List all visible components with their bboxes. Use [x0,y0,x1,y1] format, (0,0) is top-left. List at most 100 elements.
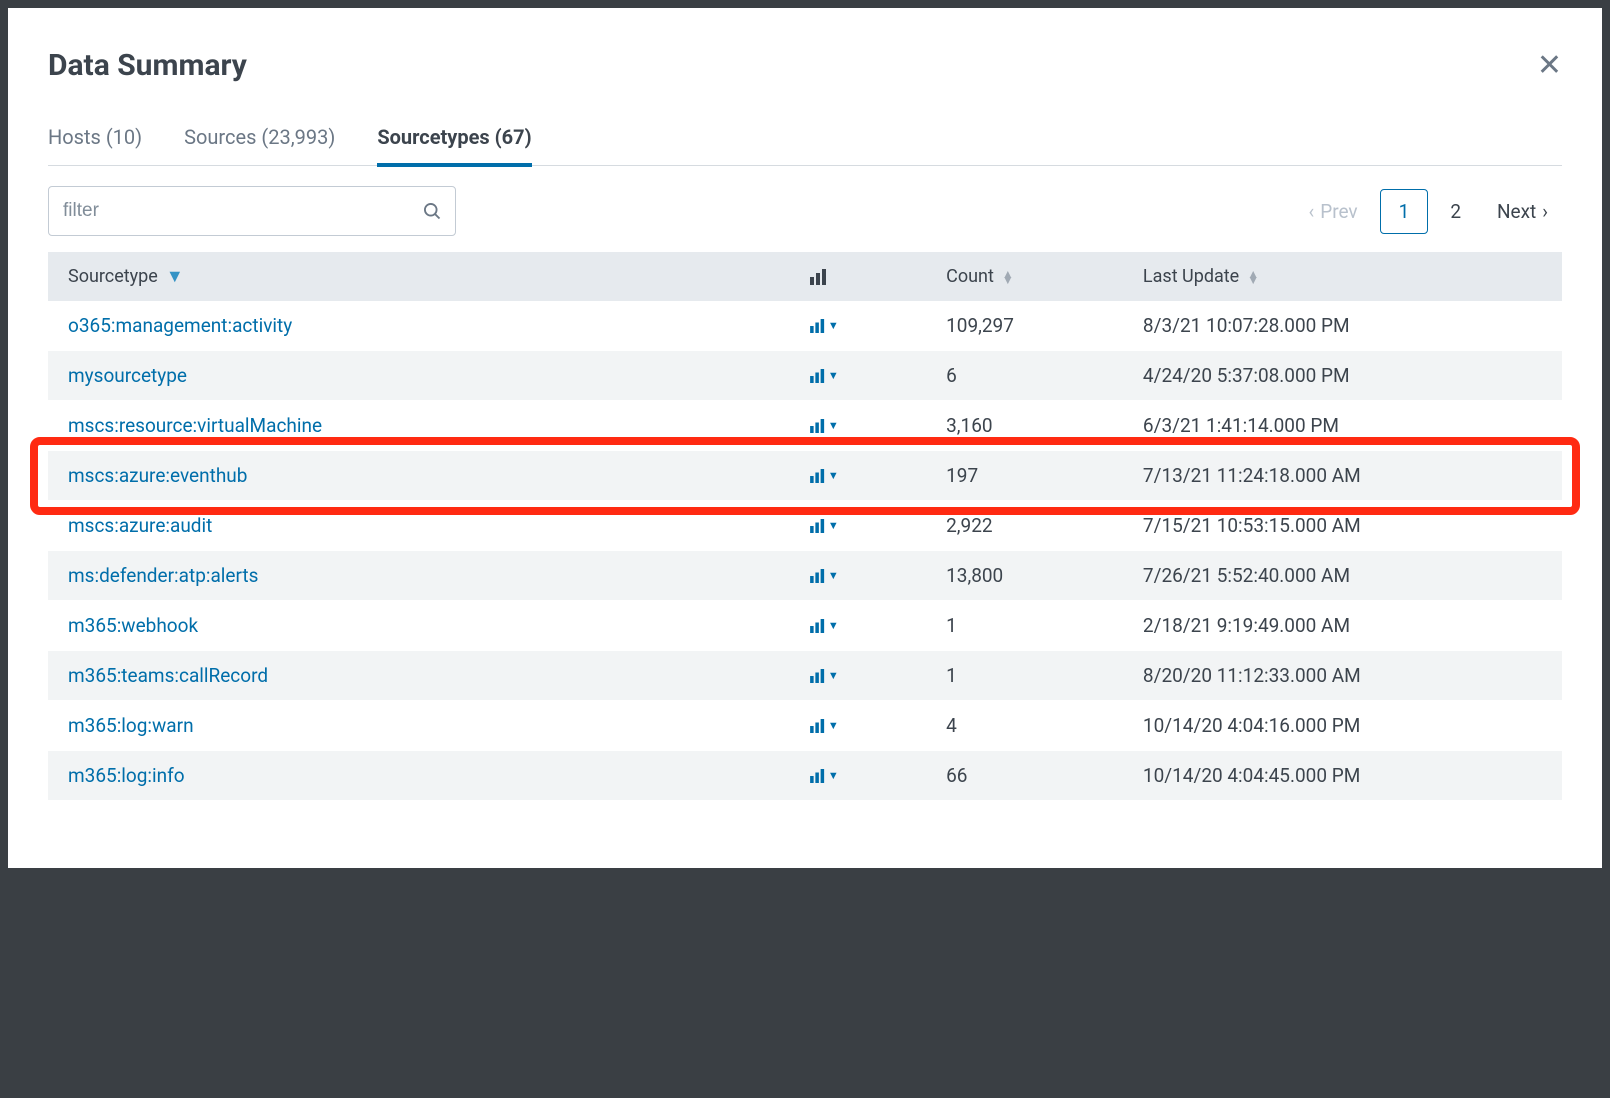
chart-dropdown[interactable]: ▼ [810,619,906,633]
col-header-last-update[interactable]: Last Update ▲▼ [1123,252,1562,301]
chevron-down-icon: ▼ [828,469,839,482]
sourcetype-link[interactable]: ms:defender:atp:alerts [68,564,258,587]
sort-desc-icon: ▼ [166,266,184,287]
last-update-cell: 7/26/21 5:52:40.000 AM [1123,551,1562,601]
last-update-cell: 8/3/21 10:07:28.000 PM [1123,301,1562,351]
chart-dropdown[interactable]: ▼ [810,519,906,533]
chart-action-cell: ▼ [790,551,926,601]
col-header-sourcetype[interactable]: Sourcetype ▼ [48,252,790,301]
last-update-cell: 6/3/21 1:41:14.000 PM [1123,401,1562,451]
bar-chart-icon [810,269,906,285]
sourcetypes-table: Sourcetype ▼ [48,252,1562,801]
chevron-left-icon: ‹ [1309,200,1315,223]
table-row: mscs:azure:eventhub ▼ 1977/13/21 11:24:18.… [48,451,1562,501]
sourcetype-link[interactable]: m365:log:info [68,764,185,787]
chevron-down-icon: ▼ [828,369,839,382]
pagination-next[interactable]: Next › [1483,192,1562,231]
count-cell: 109,297 [926,301,1123,351]
chevron-down-icon: ▼ [828,669,839,682]
filter-wrap [48,186,456,236]
pagination: ‹ Prev 1 2 Next › [1295,189,1563,234]
chart-action-cell: ▼ [790,301,926,351]
pagination-prev-label: Prev [1320,200,1357,223]
last-update-cell: 10/14/20 4:04:16.000 PM [1123,701,1562,751]
chart-dropdown[interactable]: ▼ [810,469,906,483]
last-update-cell: 8/20/20 11:12:33.000 AM [1123,651,1562,701]
table-row: mscs:azure:audit ▼ 2,9227/15/21 10:53:15.0… [48,501,1562,551]
count-cell: 66 [926,751,1123,801]
sourcetype-link[interactable]: m365:webhook [68,614,198,637]
sort-both-icon: ▲▼ [1002,271,1014,283]
sourcetype-link[interactable]: mscs:resource:virtualMachine [68,414,322,437]
chart-dropdown[interactable]: ▼ [810,369,906,383]
table-row: m365:log:info ▼ 6610/14/20 4:04:45.000 PM [48,751,1562,801]
sourcetype-cell: m365:teams:callRecord [48,651,790,701]
table-row: m365:webhook ▼ 12/18/21 9:19:49.000 AM [48,601,1562,651]
filter-input[interactable] [48,186,456,236]
sourcetype-link[interactable]: mscs:azure:audit [68,514,212,537]
pagination-next-label: Next [1497,200,1536,223]
pagination-prev[interactable]: ‹ Prev [1295,192,1372,231]
col-header-sourcetype-label: Sourcetype [68,266,158,287]
count-cell: 3,160 [926,401,1123,451]
tabs: Hosts (10) Sources (23,993) Sourcetypes (6… [48,111,1562,166]
sourcetype-link[interactable]: m365:teams:callRecord [68,664,268,687]
col-header-last-update-label: Last Update [1143,266,1239,287]
close-icon[interactable]: ✕ [1537,51,1562,81]
count-cell: 13,800 [926,551,1123,601]
count-cell: 1 [926,651,1123,701]
chart-dropdown[interactable]: ▼ [810,719,906,733]
chart-action-cell: ▼ [790,351,926,401]
last-update-cell: 7/13/21 11:24:18.000 AM [1123,451,1562,501]
search-icon[interactable] [422,201,442,221]
table-wrapper: Sourcetype ▼ [48,252,1562,801]
chart-action-cell: ▼ [790,401,926,451]
chevron-down-icon: ▼ [828,569,839,582]
chart-dropdown[interactable]: ▼ [810,319,906,333]
table-row: mysourcetype ▼ 64/24/20 5:37:08.000 PM [48,351,1562,401]
chart-dropdown[interactable]: ▼ [810,769,906,783]
sourcetype-link[interactable]: mscs:azure:eventhub [68,464,247,487]
pagination-page-1[interactable]: 1 [1380,189,1429,234]
chevron-down-icon: ▼ [828,319,839,332]
sourcetype-cell: m365:webhook [48,601,790,651]
chevron-down-icon: ▼ [828,719,839,732]
count-cell: 2,922 [926,501,1123,551]
chart-dropdown[interactable]: ▼ [810,419,906,433]
count-cell: 197 [926,451,1123,501]
col-header-count-label: Count [946,266,994,287]
chevron-down-icon: ▼ [828,419,839,432]
last-update-cell: 4/24/20 5:37:08.000 PM [1123,351,1562,401]
table-row: ms:defender:atp:alerts ▼ 13,8007/26/21 5:5… [48,551,1562,601]
col-header-chart[interactable] [790,252,926,301]
last-update-cell: 2/18/21 9:19:49.000 AM [1123,601,1562,651]
data-summary-modal: Data Summary ✕ Hosts (10) Sources (23,993… [8,8,1602,868]
modal-header: Data Summary ✕ [48,28,1562,111]
last-update-cell: 7/15/21 10:53:15.000 AM [1123,501,1562,551]
chart-dropdown[interactable]: ▼ [810,569,906,583]
chart-action-cell: ▼ [790,451,926,501]
chevron-down-icon: ▼ [828,769,839,782]
sourcetype-cell: mscs:azure:eventhub [48,451,790,501]
col-header-count[interactable]: Count ▲▼ [926,252,1123,301]
sourcetype-cell: mscs:resource:virtualMachine [48,401,790,451]
sourcetype-cell: mscs:azure:audit [48,501,790,551]
controls-row: ‹ Prev 1 2 Next › [48,186,1562,236]
chart-dropdown[interactable]: ▼ [810,669,906,683]
tab-2[interactable]: Sourcetypes (67) [377,111,531,167]
count-cell: 6 [926,351,1123,401]
last-update-cell: 10/14/20 4:04:45.000 PM [1123,751,1562,801]
sourcetype-link[interactable]: m365:log:warn [68,714,194,737]
table-row: mscs:resource:virtualMachine ▼ 3,1606/3/21… [48,401,1562,451]
sourcetype-link[interactable]: o365:management:activity [68,314,292,337]
sourcetype-link[interactable]: mysourcetype [68,364,187,387]
tab-0[interactable]: Hosts (10) [48,111,142,167]
sort-both-icon: ▲▼ [1247,271,1259,283]
count-cell: 1 [926,601,1123,651]
pagination-page-2[interactable]: 2 [1436,192,1475,231]
chart-action-cell: ▼ [790,701,926,751]
tab-1[interactable]: Sources (23,993) [184,111,335,167]
chart-action-cell: ▼ [790,601,926,651]
sourcetype-cell: m365:log:info [48,751,790,801]
sourcetype-cell: ms:defender:atp:alerts [48,551,790,601]
